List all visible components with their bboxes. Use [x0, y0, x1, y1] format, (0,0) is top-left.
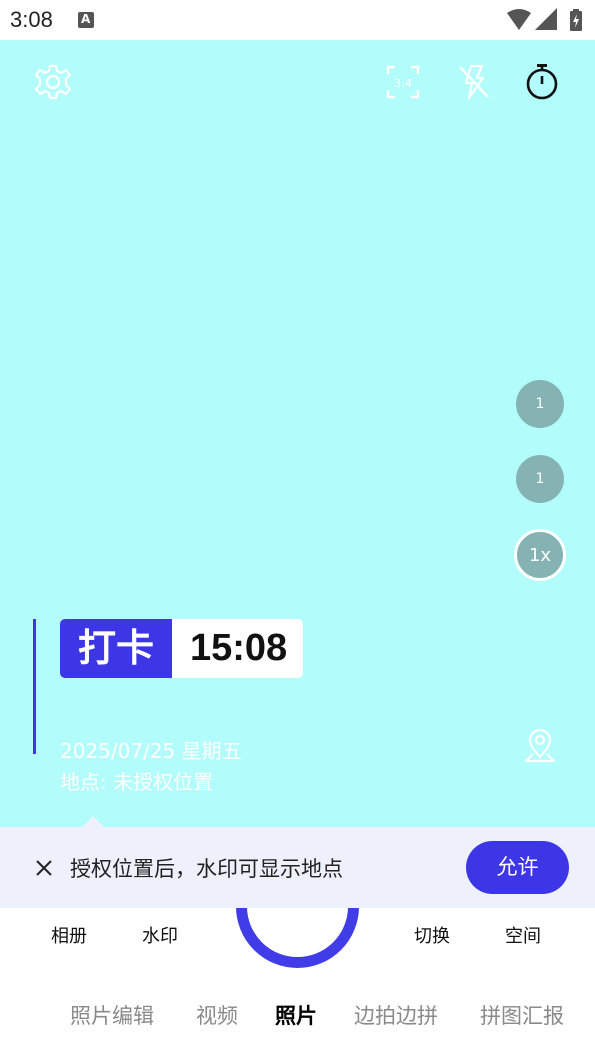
tab-collage-report[interactable]: 拼图汇报: [480, 1000, 564, 1030]
aspect-ratio-label: 3:4: [394, 77, 412, 90]
flash-button[interactable]: [454, 62, 494, 102]
signal-icon: [535, 8, 557, 30]
timer-icon: [526, 64, 558, 100]
aspect-ratio-button[interactable]: 3:4: [383, 62, 423, 102]
tab-shoot-and-stitch[interactable]: 边拍边拼: [354, 1000, 438, 1030]
zoom-option-button[interactable]: 1: [516, 455, 564, 503]
mode-tabs: 照片编辑 视频 照片 边拍边拼 拼图汇报: [0, 1000, 595, 1030]
switch-camera-button[interactable]: 切换: [414, 922, 450, 948]
notification-icon: [78, 12, 94, 28]
watermark-time: 15:08: [172, 619, 304, 678]
tab-video[interactable]: 视频: [196, 1000, 238, 1030]
flash-off-icon: [459, 64, 489, 100]
status-bar: 3:08: [0, 0, 595, 40]
allow-button[interactable]: 允许: [466, 841, 569, 894]
watermark-button[interactable]: 水印: [142, 922, 178, 948]
watermark-date: 2025/07/25 星期五: [60, 739, 242, 763]
camera-viewfinder[interactable]: 3:4 1 1 1x: [0, 40, 595, 827]
banner-close-button[interactable]: [33, 857, 55, 879]
watermark-card[interactable]: 打卡 15:08: [60, 619, 304, 678]
aspect-ratio-icon: 3:4: [386, 65, 420, 99]
wifi-icon: [507, 9, 531, 30]
location-button[interactable]: [521, 728, 559, 766]
banner-pointer: [82, 816, 104, 827]
status-time: 3:08: [10, 7, 53, 32]
banner-message: 授权位置后，水印可显示地点: [70, 857, 343, 881]
watermark-location: 地点: 未授权位置: [60, 770, 214, 794]
watermark-tag: 打卡: [60, 619, 172, 678]
watermark-accent-bar: [33, 619, 36, 754]
tab-photo-edit[interactable]: 照片编辑: [70, 1000, 154, 1030]
gear-icon: [34, 64, 72, 100]
space-button[interactable]: 空间: [505, 922, 541, 948]
tab-photo[interactable]: 照片: [275, 1000, 317, 1030]
battery-icon: [570, 9, 582, 31]
timer-button[interactable]: [522, 62, 562, 102]
status-icons: [507, 8, 582, 31]
location-pin-icon: [524, 728, 556, 763]
zoom-current-button[interactable]: 1x: [514, 529, 566, 581]
zoom-option-button[interactable]: 1: [516, 380, 564, 428]
settings-button[interactable]: [33, 62, 73, 102]
close-icon: [36, 860, 52, 876]
album-button[interactable]: 相册: [51, 922, 87, 948]
